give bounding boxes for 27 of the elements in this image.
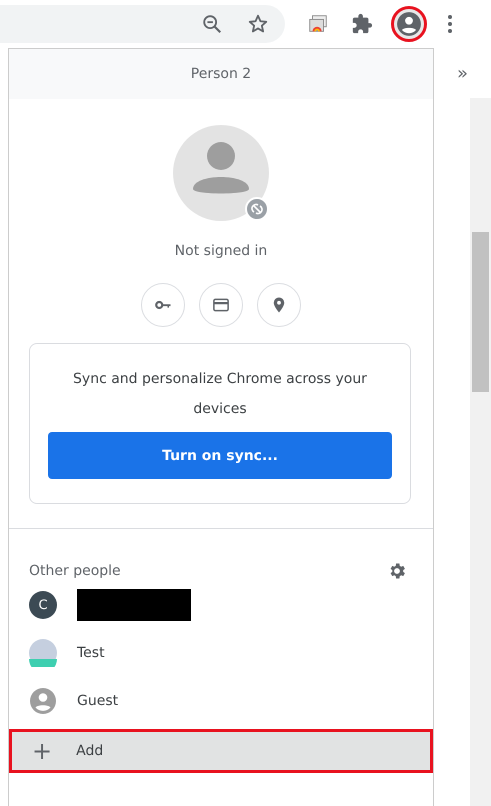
star-icon[interactable] (247, 13, 269, 35)
zoom-out-icon[interactable] (201, 13, 223, 35)
sign-in-status: Not signed in (174, 243, 268, 259)
person-icon (29, 687, 57, 715)
profile-button[interactable] (391, 6, 427, 42)
photo-placeholder (29, 639, 57, 667)
letter-avatar: C (29, 591, 57, 619)
passwords-button[interactable] (141, 283, 185, 327)
add-profile-button[interactable]: + Add (9, 729, 433, 773)
addresses-button[interactable] (257, 283, 301, 327)
avatar-icon (171, 123, 271, 223)
credit-card-icon (212, 296, 230, 314)
profile-item[interactable]: Guest (9, 677, 433, 725)
profile-title: Person 2 (190, 66, 252, 82)
profile-name: Guest (77, 693, 118, 709)
payment-methods-button[interactable] (199, 283, 243, 327)
scrollbar-thumb[interactable] (472, 232, 489, 392)
sync-description: Sync and personalize Chrome across your devices (72, 370, 368, 419)
cast-window-icon[interactable] (307, 13, 329, 35)
turn-on-sync-button[interactable]: Turn on sync... (48, 432, 392, 479)
more-menu-icon[interactable] (447, 14, 453, 34)
section-heading: Other people (29, 563, 121, 579)
profile-item[interactable]: C (9, 581, 433, 629)
puzzle-icon[interactable] (351, 13, 373, 35)
profile-item[interactable]: Test (9, 629, 433, 677)
profile-name: Test (77, 645, 105, 661)
bookmarks-overflow-button[interactable]: » (434, 48, 491, 98)
